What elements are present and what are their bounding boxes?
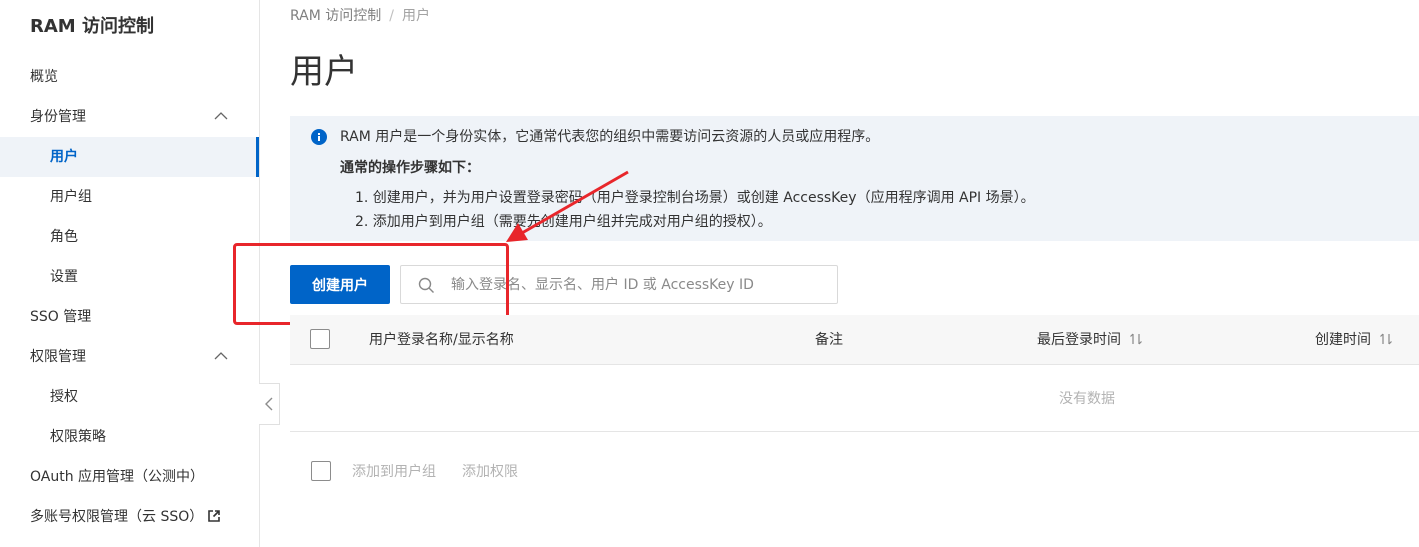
column-header-last-login: 最后登录时间 [1037, 331, 1143, 349]
column-header-label: 创建时间 [1315, 332, 1371, 348]
sidebar-item-policies[interactable]: 权限策略 [0, 417, 259, 457]
sidebar-item-sso[interactable]: SSO 管理 [0, 297, 259, 337]
search-icon [418, 277, 434, 293]
sort-icon[interactable] [1379, 332, 1393, 346]
breadcrumb-separator: / [389, 8, 394, 24]
sidebar-item-label-wrap: 多账号权限管理（云 SSO） [30, 497, 221, 537]
add-to-group-button[interactable]: 添加到用户组 [352, 463, 436, 481]
sidebar-item-roles[interactable]: 角色 [0, 217, 259, 257]
sidebar-item-label: OAuth 应用管理（公测中） [30, 469, 205, 485]
sidebar-group-identity[interactable]: 身份管理 [0, 97, 259, 137]
select-all-checkbox[interactable] [310, 329, 330, 349]
notice-step: 1. 创建用户，并为用户设置登录密码（用户登录控制台场景）或创建 AccessK… [355, 190, 1035, 206]
notice-heading: 通常的操作步骤如下： [340, 160, 480, 176]
sidebar-item-label: 授权 [50, 389, 78, 405]
sidebar-item-label: 角色 [50, 229, 78, 245]
sidebar-item-users[interactable]: 用户 [0, 137, 259, 177]
sidebar-item-overview[interactable]: 概览 [0, 57, 259, 97]
sidebar-item-label: 概览 [30, 69, 58, 85]
add-permission-button[interactable]: 添加权限 [462, 463, 518, 481]
sidebar-item-label: 用户 [50, 149, 78, 165]
sidebar-group-permissions[interactable]: 权限管理 [0, 337, 259, 377]
sidebar-item-oauth-apps[interactable]: OAuth 应用管理（公测中） [0, 457, 259, 497]
chevron-left-icon [265, 397, 273, 411]
info-notice: RAM 用户是一个身份实体，它通常代表您的组织中需要访问云资源的人员或应用程序。… [290, 116, 1419, 241]
sidebar-item-grants[interactable]: 授权 [0, 377, 259, 417]
sidebar-item-label: SSO 管理 [30, 309, 92, 325]
sidebar-item-settings[interactable]: 设置 [0, 257, 259, 297]
sidebar-item-user-groups[interactable]: 用户组 [0, 177, 259, 217]
column-header-created: 创建时间 [1315, 331, 1393, 349]
column-header-login-name: 用户登录名称/显示名称 [369, 332, 514, 348]
search-box [400, 265, 838, 304]
sidebar-title: RAM 访问控制 [30, 16, 154, 37]
sort-icon[interactable] [1129, 332, 1143, 346]
external-link-icon [208, 510, 221, 522]
chevron-up-icon [214, 352, 228, 360]
breadcrumb: RAM 访问控制 / 用户 [290, 7, 430, 25]
info-icon [311, 129, 327, 145]
sidebar: RAM 访问控制 概览 身份管理 用户 用户组 角色 设置 SSO 管理 权限管… [0, 0, 260, 547]
chevron-up-icon [214, 112, 228, 120]
empty-text: 没有数据 [1059, 391, 1115, 407]
sidebar-item-label: 用户组 [50, 189, 92, 205]
sidebar-item-label: 权限策略 [50, 429, 106, 445]
page-title: 用户 [290, 52, 358, 92]
sidebar-item-label: 多账号权限管理（云 SSO） [30, 509, 204, 525]
table-empty-row: 没有数据 [290, 366, 1419, 432]
create-user-button[interactable]: 创建用户 [290, 265, 390, 304]
column-header-remarks: 备注 [815, 332, 843, 348]
notice-text: RAM 用户是一个身份实体，它通常代表您的组织中需要访问云资源的人员或应用程序。 [340, 129, 880, 145]
footer-select-all-checkbox[interactable] [311, 461, 331, 481]
table-header: 用户登录名称/显示名称 备注 最后登录时间 创建时间 [290, 315, 1419, 365]
search-input[interactable] [451, 266, 831, 303]
sidebar-item-cloud-sso[interactable]: 多账号权限管理（云 SSO） [0, 497, 259, 537]
breadcrumb-current: 用户 [402, 8, 430, 24]
notice-step: 2. 添加用户到用户组（需要先创建用户组并完成对用户组的授权）。 [355, 214, 772, 230]
sidebar-item-label: 设置 [50, 269, 78, 285]
sidebar-collapse-button[interactable] [259, 383, 280, 425]
sidebar-item-label: 权限管理 [30, 349, 86, 365]
column-header-label: 最后登录时间 [1037, 332, 1121, 348]
breadcrumb-root[interactable]: RAM 访问控制 [290, 8, 381, 24]
sidebar-item-label: 身份管理 [30, 109, 86, 125]
